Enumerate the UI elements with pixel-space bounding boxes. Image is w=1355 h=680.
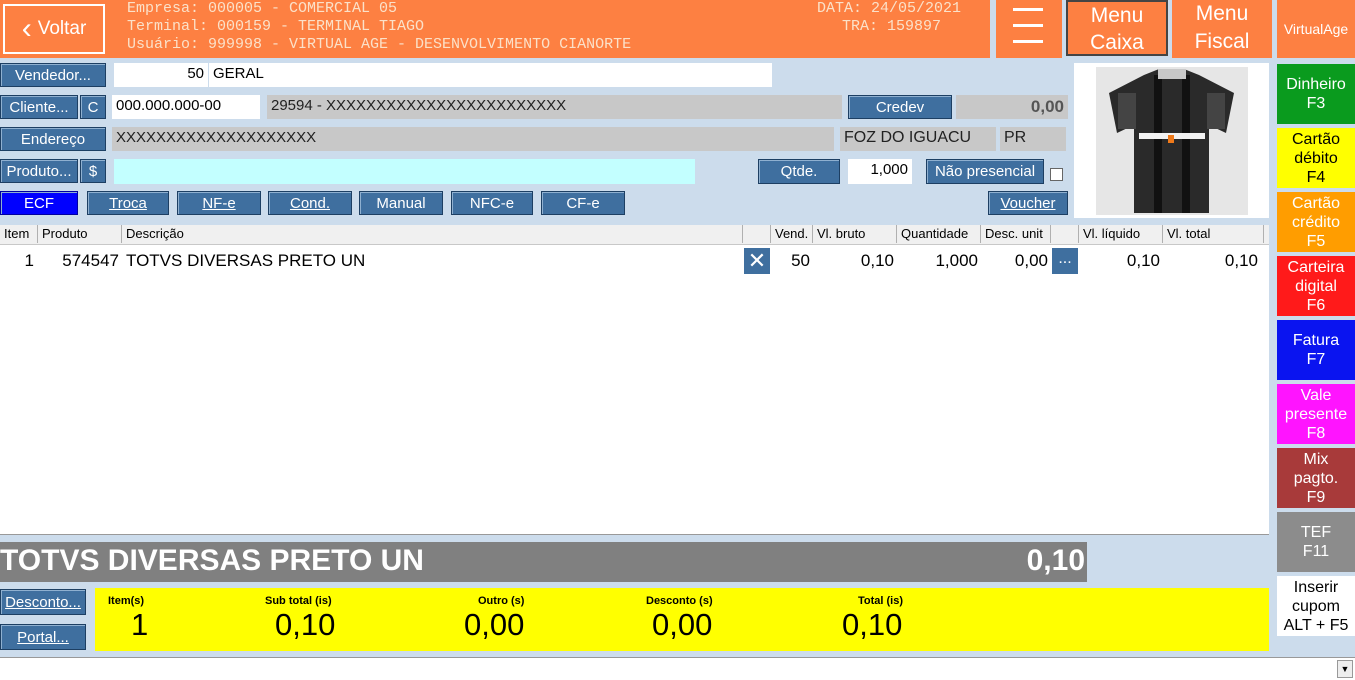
cell-produto: 574547	[62, 251, 119, 270]
total-items-value: 1	[131, 607, 149, 642]
pay-dinheiro-button[interactable]: Dinheiro F3	[1277, 64, 1355, 124]
current-item-desc: TOTVS DIVERSAS PRETO UN	[0, 544, 424, 577]
product-image	[1074, 63, 1269, 218]
hamburger-icon	[1013, 8, 1043, 43]
cell-vl-bruto: 0,10	[860, 251, 894, 270]
cliente-button[interactable]: Cliente...	[0, 95, 78, 119]
pay-carteira-digital-button[interactable]: Carteira digital F6	[1277, 256, 1355, 316]
pay-cartao-debito-button[interactable]: Cartão débito F4	[1277, 128, 1355, 188]
cliente-name-field: 29594 - XXXXXXXXXXXXXXXXXXXXXXXX	[267, 95, 842, 119]
voucher-button[interactable]: Voucher	[988, 191, 1068, 215]
chevron-left-icon: ‹	[21, 12, 32, 45]
desconto-button[interactable]: Desconto...	[0, 589, 86, 615]
mode-cfe-button[interactable]: CF-e	[541, 191, 625, 215]
cell-item: 1	[24, 251, 34, 270]
mode-manual-button[interactable]: Manual	[359, 191, 443, 215]
col-more-header	[1051, 225, 1079, 243]
credev-value: 0,00	[956, 95, 1068, 119]
total-value: 0,10	[842, 607, 903, 642]
outro-label: Outro (s)	[478, 595, 525, 607]
close-icon: ✕	[747, 248, 767, 273]
items-table: Item Produto Descrição Vend. Vl. bruto Q…	[0, 225, 1269, 535]
chevron-down-icon: ▼	[1337, 660, 1353, 678]
pay-cartao-credito-button[interactable]: Cartão crédito F5	[1277, 192, 1355, 252]
mode-nfe-button[interactable]: NF-e	[177, 191, 261, 215]
endereco-button[interactable]: Endereço	[0, 127, 106, 151]
qtde-field[interactable]: 1,000	[848, 159, 912, 184]
cell-vend: 50	[791, 251, 810, 270]
totals-panel: Item(s) 1 Sub total (is) 0,10 Outro (s) …	[95, 588, 1269, 651]
nao-presencial-checkbox[interactable]	[1050, 168, 1063, 181]
table-row[interactable]: 1 574547 TOTVS DIVERSAS PRETO UN ✕ 50 0,…	[0, 247, 1269, 275]
credev-button[interactable]: Credev	[848, 95, 952, 119]
back-label: Voltar	[37, 18, 87, 39]
pay-tef-button[interactable]: TEF F11	[1277, 512, 1355, 572]
nao-presencial-button[interactable]: Não presencial	[926, 159, 1044, 184]
cell-descricao: TOTVS DIVERSAS PRETO UN	[126, 251, 366, 270]
cidade-field: FOZ DO IGUACU	[840, 127, 996, 151]
mode-cond-button[interactable]: Cond.	[268, 191, 352, 215]
cliente-c-button[interactable]: C	[80, 95, 106, 119]
terminal-text: Terminal: 000159 - TERMINAL TIAGO	[127, 18, 425, 35]
qtde-button[interactable]: Qtde.	[758, 159, 840, 184]
current-item-bar: TOTVS DIVERSAS PRETO UN 0,10	[0, 542, 1087, 582]
produto-price-button[interactable]: $	[80, 159, 106, 183]
col-vl-bruto-header: Vl. bruto	[813, 225, 897, 243]
col-desc-unit-header: Desc. unit	[981, 225, 1051, 243]
col-item-header: Item	[0, 225, 38, 243]
cell-desc-unit: 0,00	[1014, 251, 1048, 270]
total-items-label: Item(s)	[108, 595, 145, 607]
col-quantidade-header: Quantidade	[897, 225, 981, 243]
hamburger-button[interactable]	[996, 0, 1062, 58]
mode-troca-button[interactable]: Troca	[87, 191, 169, 215]
table-header: Item Produto Descrição Vend. Vl. bruto Q…	[0, 225, 1269, 245]
subtotal-value: 0,10	[275, 607, 336, 642]
pay-fatura-button[interactable]: Fatura F7	[1277, 320, 1355, 380]
inserir-cupom-button[interactable]: Inserir cupom ALT + F5	[1277, 576, 1355, 636]
empresa-text: Empresa: 000005 - COMERCIAL 05	[127, 0, 398, 17]
endereco-field: XXXXXXXXXXXXXXXXXXXX	[112, 127, 834, 151]
uf-field: PR	[1000, 127, 1066, 151]
col-vl-liquido-header: Vl. líquido	[1079, 225, 1163, 243]
vendedor-code-field[interactable]: 50	[114, 63, 208, 87]
item-details-button[interactable]: ...	[1052, 248, 1078, 274]
subtotal-label: Sub total (is)	[265, 595, 332, 607]
produto-input[interactable]	[114, 159, 695, 184]
desconto-total-label: Desconto (s)	[646, 595, 713, 607]
date-text: DATA: 24/05/2021	[817, 0, 962, 17]
col-descricao-header: Descrição	[122, 225, 743, 243]
pay-mix-pagto-button[interactable]: Mix pagto. F9	[1277, 448, 1355, 508]
portal-button[interactable]: Portal...	[0, 624, 86, 650]
menu-fiscal-button[interactable]: Menu Fiscal	[1172, 0, 1272, 58]
tra-text: TRA: 159897	[842, 18, 942, 35]
pay-vale-presente-button[interactable]: Vale presente F8	[1277, 384, 1355, 444]
mode-nfce-button[interactable]: NFC-e	[451, 191, 533, 215]
cell-quantidade: 1,000	[935, 251, 978, 270]
vendedor-name-field[interactable]: GERAL	[209, 63, 772, 87]
desconto-total-value: 0,00	[652, 607, 713, 642]
remove-item-button[interactable]: ✕	[744, 248, 770, 274]
outro-value: 0,00	[464, 607, 525, 642]
col-vend-header: Vend.	[771, 225, 813, 243]
mode-ecf-button[interactable]: ECF	[0, 191, 78, 215]
usuario-text: Usuário: 999998 - VIRTUAL AGE - DESENVOL…	[127, 36, 632, 53]
col-action-header	[743, 225, 771, 243]
vendedor-button[interactable]: Vendedor...	[0, 63, 106, 87]
produto-button[interactable]: Produto...	[0, 159, 78, 183]
status-dropdown[interactable]: ▼	[0, 657, 1355, 680]
current-item-value: 0,10	[1026, 544, 1085, 577]
menu-caixa-button[interactable]: Menu Caixa	[1066, 0, 1168, 56]
cliente-doc-field[interactable]: 000.000.000-00	[112, 95, 260, 119]
col-produto-header: Produto	[38, 225, 122, 243]
cell-vl-total: 0,10	[1224, 251, 1258, 270]
back-button[interactable]: ‹ Voltar	[3, 4, 105, 54]
virtualage-button[interactable]: VirtualAge	[1277, 0, 1355, 58]
total-label: Total (is)	[858, 595, 904, 607]
col-vl-total-header: Vl. total	[1163, 225, 1264, 243]
cell-vl-liquido: 0,10	[1126, 251, 1160, 270]
